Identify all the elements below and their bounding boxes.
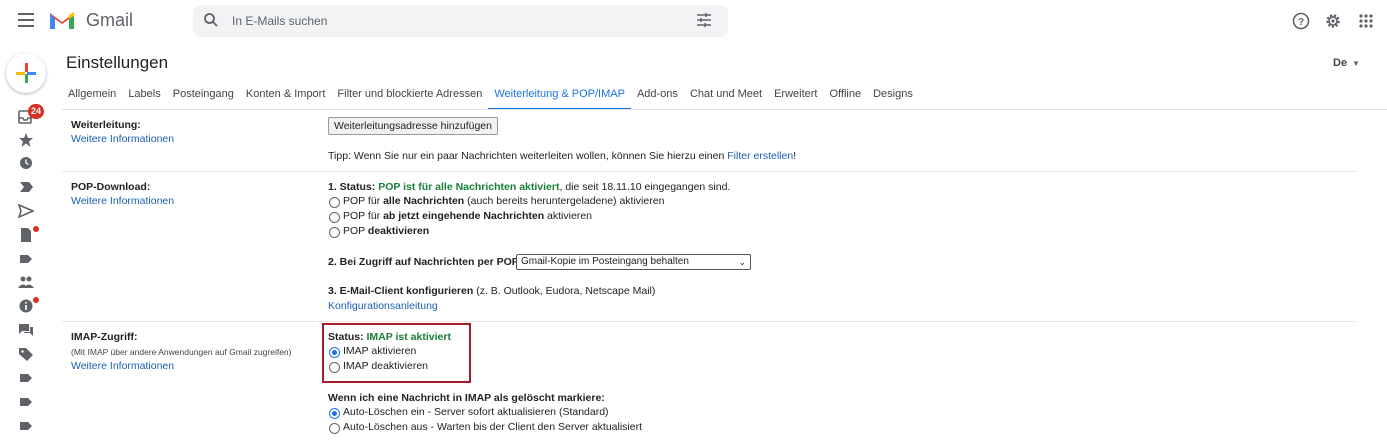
main-menu-icon[interactable] <box>18 13 34 27</box>
forums-icon[interactable] <box>18 323 34 337</box>
svg-text:?: ? <box>1298 17 1304 28</box>
imap-disable-radio[interactable] <box>329 362 340 373</box>
section-divider <box>62 321 1357 322</box>
auto-expunge-off-radio[interactable] <box>329 423 340 434</box>
help-icon[interactable]: ? <box>1292 12 1310 30</box>
imap-enable-option[interactable]: IMAP aktivieren <box>343 345 416 357</box>
opt-text: (auch bereits heruntergeladene) aktivier… <box>464 195 665 207</box>
forwarding-label: Weiterleitung: <box>71 119 141 131</box>
starred-icon[interactable] <box>18 133 34 147</box>
settings-tabs: Allgemein Labels Posteingang Konten & Im… <box>62 80 919 110</box>
pop-status-suffix: , die seit 18.11.10 eingegangen sind. <box>559 181 731 193</box>
gmail-brand[interactable]: Gmail <box>86 10 133 31</box>
tab-labels[interactable]: Labels <box>122 80 166 110</box>
pop-label: POP-Download: <box>71 181 151 193</box>
imap-more-info-link[interactable]: Weitere Informationen <box>71 360 174 372</box>
config-instructions-link[interactable]: Konfigurationsanleitung <box>328 300 438 312</box>
tab-designs[interactable]: Designs <box>867 80 919 110</box>
pop-disable-option[interactable]: POP deaktivieren <box>343 225 429 237</box>
pop-status-value: POP ist für alle Nachrichten aktiviert <box>378 181 560 193</box>
auto-expunge-on-radio[interactable] <box>329 408 340 419</box>
add-forwarding-address-button[interactable]: Weiterleitungsadresse hinzufügen <box>328 117 498 135</box>
opt-bold: ab jetzt eingehende Nachrichten <box>383 210 545 222</box>
imap-status: Status: IMAP ist aktiviert <box>328 331 451 343</box>
settings-gear-icon[interactable] <box>1324 12 1342 30</box>
compose-button[interactable] <box>6 53 46 93</box>
tip-suffix: ! <box>793 150 797 162</box>
tab-erweitert[interactable]: Erweitert <box>768 80 823 110</box>
imap-status-prefix: Status: <box>328 331 367 343</box>
drafts-icon[interactable] <box>18 228 34 242</box>
pop-more-info-link[interactable]: Weitere Informationen <box>71 195 174 207</box>
auto-expunge-off-option[interactable]: Auto-Löschen aus - Warten bis der Client… <box>343 421 642 433</box>
label-icon[interactable] <box>18 371 34 385</box>
tabs-divider <box>62 109 1387 110</box>
tab-filter[interactable]: Filter und blockierte Adressen <box>331 80 488 110</box>
gmail-logo-icon[interactable] <box>48 9 76 31</box>
pop-all-option[interactable]: POP für alle Nachrichten (auch bereits h… <box>343 195 664 207</box>
search-bar[interactable]: In E-Mails suchen <box>193 5 728 37</box>
client-config-bold: 3. E-Mail-Client konfigurieren <box>328 285 474 297</box>
email-client-config: 3. E-Mail-Client konfigurieren (z. B. Ou… <box>328 285 655 297</box>
section-divider <box>62 171 1357 172</box>
pop-all-radio[interactable] <box>329 197 340 208</box>
tab-konten-import[interactable]: Konten & Import <box>240 80 332 110</box>
opt-bold: alle Nachrichten <box>383 195 465 207</box>
imap-label: IMAP-Zugriff: <box>71 331 138 343</box>
pop-new-option[interactable]: POP für ab jetzt eingehende Nachrichten … <box>343 210 592 222</box>
opt-text: POP für <box>343 195 384 207</box>
info-notification-dot <box>33 297 39 303</box>
search-options-icon[interactable] <box>696 13 712 27</box>
imap-disable-option[interactable]: IMAP deaktivieren <box>343 360 428 372</box>
inbox-unread-badge: 24 <box>28 104 44 119</box>
pop-new-radio[interactable] <box>329 212 340 223</box>
tab-posteingang[interactable]: Posteingang <box>167 80 240 110</box>
tab-chat-meet[interactable]: Chat und Meet <box>684 80 768 110</box>
pop-access-selected-value: Gmail-Kopie im Posteingang behalten <box>521 256 689 267</box>
forwarding-more-info-link[interactable]: Weitere Informationen <box>71 133 174 145</box>
drafts-notification-dot <box>33 226 39 232</box>
label-icon[interactable] <box>18 419 34 433</box>
sent-icon[interactable] <box>18 204 34 218</box>
important-icon[interactable] <box>18 180 34 194</box>
top-bar: Gmail In E-Mails suchen ? <box>0 0 1387 44</box>
label-icon[interactable] <box>18 252 34 266</box>
tab-allgemein[interactable]: Allgemein <box>62 80 122 110</box>
apps-grid-icon[interactable] <box>1357 12 1375 30</box>
imap-enable-radio[interactable] <box>329 347 340 358</box>
client-config-rest: (z. B. Outlook, Eudora, Netscape Mail) <box>473 285 656 297</box>
chevron-down-icon: ⌄ <box>738 257 746 267</box>
auto-expunge-on-option[interactable]: Auto-Löschen ein - Server sofort aktuali… <box>343 406 609 418</box>
opt-bold: deaktivieren <box>367 225 430 237</box>
tab-add-ons[interactable]: Add-ons <box>631 80 684 110</box>
language-selector[interactable]: De <box>1333 57 1347 69</box>
search-input[interactable]: In E-Mails suchen <box>232 14 327 28</box>
opt-text: aktivieren <box>544 210 592 222</box>
pop-status: 1. Status: POP ist für alle Nachrichten … <box>328 181 730 193</box>
opt-text: POP <box>343 225 368 237</box>
snoozed-clock-icon[interactable] <box>18 156 34 170</box>
page-title: Einstellungen <box>66 53 169 72</box>
chevron-down-icon[interactable]: ▼ <box>1352 59 1360 68</box>
forwarding-tip: Tipp: Wenn Sie nur ein paar Nachrichten … <box>328 150 796 162</box>
imap-delete-heading: Wenn ich eine Nachricht in IMAP als gelö… <box>328 392 605 404</box>
opt-text: POP für <box>343 210 384 222</box>
tab-offline[interactable]: Offline <box>824 80 868 110</box>
pop-access-label: 2. Bei Zugriff auf Nachrichten per POP <box>328 256 519 268</box>
promotions-tag-icon[interactable] <box>18 347 34 361</box>
pop-access-select[interactable]: Gmail-Kopie im Posteingang behalten ⌄ <box>516 254 751 270</box>
create-filter-link[interactable]: Filter erstellen <box>727 150 793 162</box>
info-icon[interactable] <box>18 299 34 313</box>
compose-plus-icon <box>16 63 36 83</box>
tab-weiterleitung-pop-imap[interactable]: Weiterleitung & POP/IMAP <box>488 80 631 110</box>
search-icon[interactable] <box>203 12 219 28</box>
imap-status-value: IMAP ist aktiviert <box>366 331 451 343</box>
pop-disable-radio[interactable] <box>329 227 340 238</box>
tip-text: Tipp: Wenn Sie nur ein paar Nachrichten … <box>328 150 728 162</box>
pop-status-prefix: 1. Status: <box>328 181 379 193</box>
imap-description: (Mit IMAP über andere Anwendungen auf Gm… <box>71 347 292 357</box>
label-icon[interactable] <box>18 395 34 409</box>
contacts-group-icon[interactable] <box>18 275 34 289</box>
